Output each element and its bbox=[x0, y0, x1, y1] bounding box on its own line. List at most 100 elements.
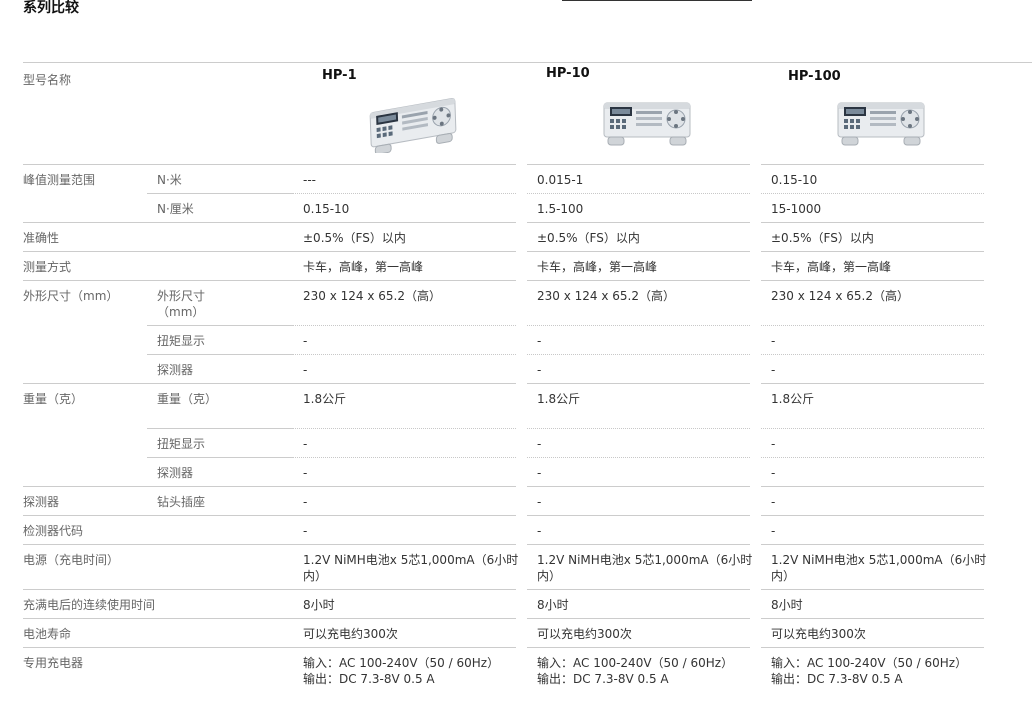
row-separator bbox=[293, 383, 516, 384]
table-cell: 1.8公斤 bbox=[537, 392, 581, 406]
row-label: 充满电后的连续使用时间 bbox=[23, 598, 156, 612]
table-cell: ±0.5%（FS）以内 bbox=[771, 231, 874, 245]
row-separator bbox=[527, 383, 750, 384]
device-photo-hp-1 bbox=[368, 97, 466, 155]
row-separator bbox=[23, 589, 293, 590]
table-cell: 输入：AC 100-240V（50 / 60Hz） 输出：DC 7.3-8V 0… bbox=[537, 656, 734, 686]
row-separator bbox=[293, 486, 516, 487]
row-separator bbox=[23, 647, 293, 648]
row-separator bbox=[23, 515, 293, 516]
table-cell: --- bbox=[303, 173, 316, 187]
table-cell: - bbox=[303, 334, 308, 348]
row-label: 重量（克） bbox=[23, 392, 84, 406]
row-sublabel: 重量（克） bbox=[157, 392, 218, 406]
row-separator bbox=[761, 325, 984, 326]
row-separator bbox=[293, 251, 516, 252]
row-separator bbox=[761, 280, 984, 281]
table-cell: 1.8公斤 bbox=[771, 392, 815, 406]
table-cell: - bbox=[537, 466, 542, 480]
row-separator bbox=[293, 647, 516, 648]
table-cell: 卡车，高峰，第一高峰 bbox=[771, 260, 892, 274]
device-photo-hp-10 bbox=[598, 95, 696, 151]
row-separator bbox=[527, 544, 750, 545]
row-separator bbox=[293, 280, 516, 281]
header-divider bbox=[23, 62, 1032, 63]
row-sublabel: 外形尺寸（mm） bbox=[157, 289, 206, 319]
row-separator bbox=[527, 354, 750, 355]
table-cell: 1.5-100 bbox=[537, 202, 584, 216]
table-cell: - bbox=[537, 363, 542, 377]
header-label: 型号名称 bbox=[23, 73, 72, 87]
table-cell: 8小时 bbox=[537, 598, 569, 612]
table-cell: - bbox=[537, 495, 542, 509]
row-label: 检测器代码 bbox=[23, 524, 84, 538]
row-label: 专用充电器 bbox=[23, 656, 84, 670]
row-sublabel: 扭矩显示 bbox=[157, 334, 206, 348]
table-cell: - bbox=[771, 363, 776, 377]
row-separator bbox=[527, 251, 750, 252]
table-cell: - bbox=[303, 363, 308, 377]
table-cell: 卡车，高峰，第一高峰 bbox=[537, 260, 658, 274]
model-name: HP-1 bbox=[322, 68, 357, 83]
table-cell: 0.15-10 bbox=[303, 202, 350, 216]
table-cell: - bbox=[771, 437, 776, 451]
row-separator bbox=[761, 428, 984, 429]
table-cell: - bbox=[303, 524, 308, 538]
row-separator bbox=[147, 325, 293, 326]
row-separator bbox=[761, 457, 984, 458]
row-separator bbox=[23, 280, 293, 281]
row-separator bbox=[293, 164, 516, 165]
table-cell: - bbox=[303, 437, 308, 451]
table-cell: - bbox=[771, 495, 776, 509]
table-cell: - bbox=[303, 495, 308, 509]
row-label: 外形尺寸（mm） bbox=[23, 289, 119, 303]
row-label: 准确性 bbox=[23, 231, 60, 245]
row-separator bbox=[293, 515, 516, 516]
table-cell: 输入：AC 100-240V（50 / 60Hz） 输出：DC 7.3-8V 0… bbox=[303, 656, 500, 686]
row-separator bbox=[761, 354, 984, 355]
table-cell: - bbox=[537, 524, 542, 538]
table-cell: ±0.5%（FS）以内 bbox=[303, 231, 406, 245]
table-cell: - bbox=[771, 466, 776, 480]
row-separator bbox=[23, 618, 293, 619]
row-separator bbox=[527, 618, 750, 619]
row-separator bbox=[761, 544, 984, 545]
row-separator bbox=[761, 164, 984, 165]
table-cell: - bbox=[303, 466, 308, 480]
model-name: HP-10 bbox=[546, 66, 590, 81]
row-label: 探测器 bbox=[23, 495, 60, 509]
table-cell: - bbox=[537, 334, 542, 348]
row-separator bbox=[761, 589, 984, 590]
table-cell: 0.15-10 bbox=[771, 173, 818, 187]
row-separator bbox=[293, 544, 516, 545]
row-separator bbox=[293, 589, 516, 590]
row-sublabel: 扭矩显示 bbox=[157, 437, 206, 451]
row-separator bbox=[293, 354, 516, 355]
row-separator bbox=[23, 164, 293, 165]
row-separator bbox=[23, 383, 293, 384]
row-separator bbox=[761, 251, 984, 252]
table-cell: 0.015-1 bbox=[537, 173, 584, 187]
row-separator bbox=[23, 486, 293, 487]
row-separator bbox=[147, 193, 293, 194]
table-cell: 输入：AC 100-240V（50 / 60Hz） 输出：DC 7.3-8V 0… bbox=[771, 656, 968, 686]
row-separator bbox=[527, 589, 750, 590]
row-separator bbox=[147, 457, 293, 458]
row-separator bbox=[527, 486, 750, 487]
row-separator bbox=[761, 222, 984, 223]
table-cell: 1.2V NiMH电池x 5芯1,000mA（6小时内） bbox=[537, 553, 753, 583]
row-separator bbox=[761, 618, 984, 619]
row-separator bbox=[527, 457, 750, 458]
row-sublabel: 钻头插座 bbox=[157, 495, 206, 509]
row-separator bbox=[761, 383, 984, 384]
table-cell: - bbox=[537, 437, 542, 451]
table-cell: 1.2V NiMH电池x 5芯1,000mA（6小时内） bbox=[303, 553, 519, 583]
row-separator bbox=[147, 354, 293, 355]
row-separator bbox=[761, 647, 984, 648]
row-separator bbox=[527, 164, 750, 165]
table-cell: - bbox=[771, 524, 776, 538]
row-separator bbox=[761, 486, 984, 487]
table-cell: 可以充电约300次 bbox=[771, 627, 866, 641]
row-sublabel: 探测器 bbox=[157, 466, 194, 480]
table-cell: 1.2V NiMH电池x 5芯1,000mA（6小时内） bbox=[771, 553, 987, 583]
